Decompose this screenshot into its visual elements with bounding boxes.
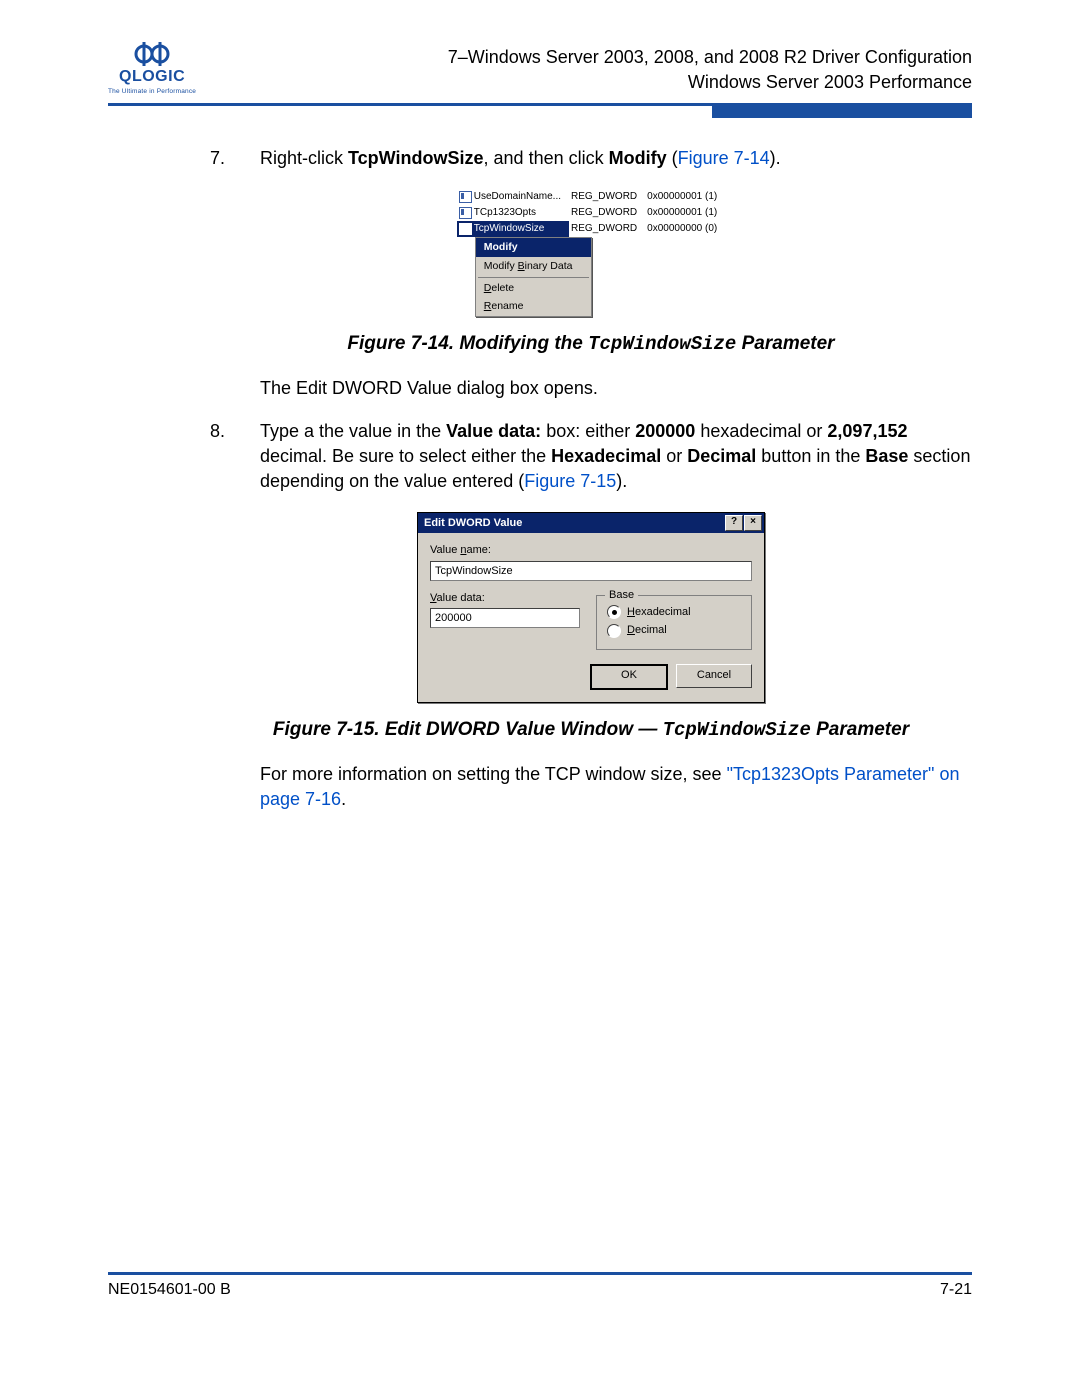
- page-header: QLOGIC The Ultimate in Performance 7–Win…: [108, 40, 972, 95]
- footer-page-number: 7-21: [940, 1281, 972, 1299]
- figure-7-15: Edit DWORD Value ? × Value name: Value d…: [210, 512, 972, 703]
- base-legend: Base: [605, 588, 638, 603]
- dialog-title: Edit DWORD Value: [424, 516, 522, 531]
- figure-7-14: UseDomainName... REG_DWORD 0x00000001 (1…: [210, 189, 972, 317]
- logo: QLOGIC The Ultimate in Performance: [108, 40, 196, 95]
- ok-button[interactable]: OK: [590, 664, 668, 690]
- footer-doc-id: NE0154601-00 B: [108, 1281, 231, 1299]
- step-7-body: Right-click TcpWindowSize, and then clic…: [260, 146, 972, 171]
- logo-text: QLOGIC: [119, 68, 185, 86]
- step-7: 7. Right-click TcpWindowSize, and then c…: [210, 146, 972, 171]
- figure-7-14-link[interactable]: Figure 7-14: [678, 148, 770, 168]
- header-titles: 7–Windows Server 2003, 2008, and 2008 R2…: [448, 45, 972, 95]
- logo-tagline: The Ultimate in Performance: [108, 88, 196, 95]
- edit-dword-dialog: Edit DWORD Value ? × Value name: Value d…: [417, 512, 765, 703]
- menu-delete[interactable]: Delete: [476, 279, 591, 298]
- step-7-number: 7.: [210, 146, 260, 171]
- header-rule: [108, 103, 972, 118]
- registry-row: UseDomainName... REG_DWORD 0x00000001 (1…: [457, 189, 725, 205]
- header-line1: 7–Windows Server 2003, 2008, and 2008 R2…: [448, 45, 972, 70]
- registry-row: TCp1323Opts REG_DWORD 0x00000001 (1): [457, 205, 725, 221]
- registry-row-selected[interactable]: TcpWindowSize REG_DWORD 0x00000000 (0): [457, 221, 725, 237]
- context-menu: Modify Modify Binary Data Delete Rename: [475, 237, 592, 317]
- step-8-body: Type a the value in the Value data: box:…: [260, 419, 972, 495]
- base-group: Base Hexadecimal Decimal: [596, 595, 752, 651]
- header-line2: Windows Server 2003 Performance: [448, 70, 972, 95]
- menu-modify-binary[interactable]: Modify Binary Data: [476, 257, 591, 276]
- page-footer: NE0154601-00 B 7-21: [108, 1272, 972, 1299]
- menu-modify[interactable]: Modify: [476, 238, 591, 257]
- figure-7-14-caption: Figure 7-14. Modifying the TcpWindowSize…: [210, 331, 972, 358]
- figure-7-15-caption: Figure 7-15. Edit DWORD Value Window — T…: [210, 717, 972, 744]
- value-data-input[interactable]: [430, 608, 580, 628]
- radio-icon: [607, 605, 621, 619]
- close-button[interactable]: ×: [744, 515, 762, 531]
- help-button[interactable]: ?: [725, 515, 743, 531]
- step-8-number: 8.: [210, 419, 260, 495]
- value-data-label: Value data:: [430, 591, 580, 606]
- reg-icon: [459, 191, 472, 203]
- qlogic-logo-icon: [130, 40, 174, 68]
- radio-icon: [607, 624, 621, 638]
- reg-icon: [459, 207, 472, 219]
- reg-icon: [459, 223, 472, 235]
- dialog-titlebar: Edit DWORD Value ? ×: [418, 513, 764, 533]
- radio-hexadecimal[interactable]: Hexadecimal: [607, 605, 741, 620]
- radio-decimal[interactable]: Decimal: [607, 623, 741, 638]
- value-name-input[interactable]: [430, 561, 752, 581]
- registry-rows: UseDomainName... REG_DWORD 0x00000001 (1…: [457, 189, 725, 237]
- menu-rename[interactable]: Rename: [476, 297, 591, 316]
- step-8: 8. Type a the value in the Value data: b…: [210, 419, 972, 495]
- step-7-result: The Edit DWORD Value dialog box opens.: [260, 376, 972, 401]
- more-info: For more information on setting the TCP …: [260, 762, 972, 812]
- cancel-button[interactable]: Cancel: [676, 664, 752, 688]
- figure-7-15-link[interactable]: Figure 7-15: [524, 471, 616, 491]
- value-name-label: Value name:: [430, 543, 752, 558]
